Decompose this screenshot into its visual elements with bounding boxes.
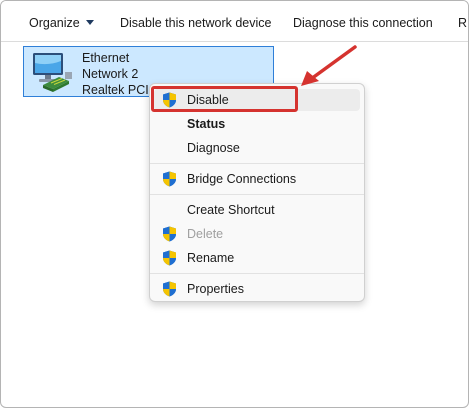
menu-item-label: Rename (187, 251, 235, 265)
menu-item-rename[interactable]: Rename (154, 247, 360, 269)
menu-separator (150, 273, 364, 274)
network-connections-window: Organize Disable this network device Dia… (0, 0, 469, 408)
menu-separator (150, 194, 364, 195)
annotation-arrow-icon (301, 45, 357, 86)
menu-item-delete: Delete (154, 223, 360, 245)
menu-item-bridge-connections[interactable]: Bridge Connections (154, 168, 360, 190)
menu-item-label: Delete (187, 227, 224, 241)
menu-item-label: Bridge Connections (187, 172, 297, 186)
organize-menu-button[interactable]: Organize (29, 16, 94, 30)
adapter-name: Ethernet (82, 51, 130, 65)
shield-icon (162, 250, 177, 266)
menu-item-create-shortcut[interactable]: Create Shortcut (154, 199, 360, 221)
adapter-device: Realtek PCIe (82, 83, 156, 97)
shield-icon (162, 281, 177, 297)
overflow-toolbar-button[interactable]: R (458, 16, 467, 30)
menu-item-label: Diagnose (187, 141, 240, 155)
command-bar: Organize Disable this network device Dia… (1, 1, 468, 42)
context-menu: Disable Status Diagnose Bridge Connectio… (149, 83, 365, 302)
shield-icon (162, 171, 177, 187)
adapter-network: Network 2 (82, 67, 139, 81)
network-adapter-icon (33, 53, 72, 92)
menu-item-diagnose[interactable]: Diagnose (154, 137, 360, 159)
menu-item-label: Properties (187, 282, 244, 296)
menu-item-label: Status (187, 117, 226, 131)
menu-item-properties[interactable]: Properties (154, 278, 360, 300)
chevron-down-icon (85, 20, 94, 26)
organize-label: Organize (29, 16, 80, 30)
annotation-highlight-box (151, 86, 298, 112)
menu-item-label: Create Shortcut (187, 203, 275, 217)
disable-device-button[interactable]: Disable this network device (120, 16, 271, 30)
menu-separator (150, 163, 364, 164)
diagnose-connection-button[interactable]: Diagnose this connection (293, 16, 433, 30)
shield-icon (162, 226, 177, 242)
menu-item-status[interactable]: Status (154, 113, 360, 135)
